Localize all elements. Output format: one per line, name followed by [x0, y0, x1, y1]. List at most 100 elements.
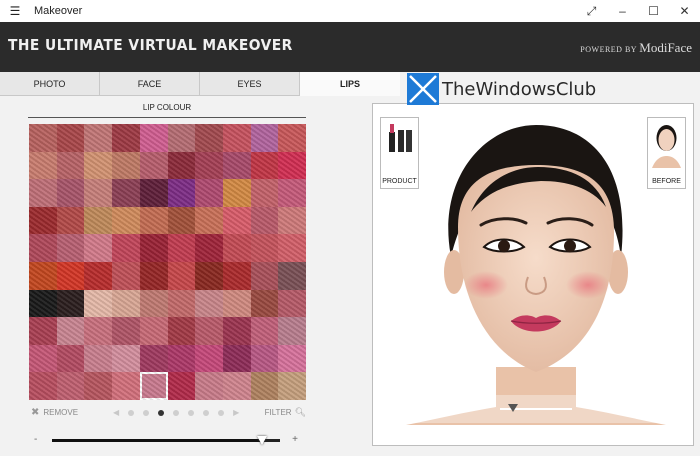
page-dot[interactable] [143, 409, 150, 416]
lip-colour-swatch[interactable] [84, 262, 113, 290]
lip-colour-swatch[interactable] [139, 151, 168, 180]
lip-colour-swatch[interactable] [195, 234, 223, 262]
lip-colour-swatch[interactable] [278, 372, 306, 400]
lip-colour-swatch[interactable] [112, 262, 140, 290]
lip-colour-swatch[interactable] [222, 289, 251, 318]
lip-colour-swatch[interactable] [222, 151, 251, 180]
increase-icon[interactable]: + [292, 434, 298, 445]
lip-colour-swatch[interactable] [222, 317, 251, 345]
page-dot[interactable] [188, 409, 195, 416]
lip-colour-swatch[interactable] [222, 179, 251, 207]
lip-colour-swatch[interactable] [29, 234, 57, 262]
lip-colour-swatch[interactable] [167, 124, 196, 152]
lip-colour-swatch[interactable] [84, 151, 113, 180]
lip-colour-swatch[interactable] [195, 179, 223, 207]
lip-colour-swatch[interactable] [29, 372, 57, 400]
lip-colour-swatch[interactable] [250, 234, 279, 262]
lip-colour-swatch[interactable] [250, 179, 279, 207]
lip-colour-swatch[interactable] [84, 372, 113, 400]
lip-colour-swatch[interactable] [139, 372, 168, 400]
zoom-slider[interactable] [500, 404, 572, 412]
tab-photo[interactable]: PHOTO [0, 72, 100, 96]
lip-colour-swatch[interactable] [278, 179, 306, 207]
lip-colour-swatch[interactable] [278, 234, 306, 262]
lip-colour-swatch[interactable] [167, 289, 196, 318]
lip-colour-swatch[interactable] [56, 344, 85, 373]
filter-button[interactable]: FILTER 🔍︎ [265, 407, 306, 418]
lip-colour-swatch[interactable] [29, 124, 57, 152]
lip-colour-swatch[interactable] [167, 151, 196, 180]
lip-colour-swatch[interactable] [112, 206, 140, 235]
minimize-icon[interactable]: – [607, 4, 638, 18]
lip-colour-swatch[interactable] [112, 344, 140, 373]
close-icon[interactable]: ✕ [669, 4, 700, 18]
sun-icon[interactable]: ✹ [392, 401, 402, 415]
page-dot[interactable] [203, 409, 210, 416]
lip-colour-swatch[interactable] [278, 124, 306, 152]
remove-button[interactable]: ✖ REMOVE [31, 407, 78, 418]
lip-colour-swatch[interactable] [112, 372, 140, 400]
lip-colour-swatch[interactable] [84, 289, 113, 318]
slider-thumb[interactable] [256, 436, 267, 445]
lip-colour-swatch[interactable] [139, 289, 168, 318]
lip-colour-swatch[interactable] [167, 179, 196, 207]
slider-track[interactable] [52, 436, 280, 445]
lip-colour-swatch[interactable] [29, 262, 57, 290]
lip-colour-swatch[interactable] [250, 206, 279, 235]
page-dot[interactable] [128, 409, 135, 416]
lip-colour-swatch[interactable] [112, 289, 140, 318]
tab-lips[interactable]: LIPS [300, 72, 400, 96]
lip-colour-swatch[interactable] [56, 179, 85, 207]
lip-colour-swatch[interactable] [56, 317, 85, 345]
lip-colour-swatch[interactable] [250, 372, 279, 400]
lip-colour-swatch[interactable] [278, 262, 306, 290]
lip-colour-swatch[interactable] [167, 262, 196, 290]
lip-colour-swatch[interactable] [167, 206, 196, 235]
tab-eyes[interactable]: EYES [200, 72, 300, 96]
lip-colour-swatch[interactable] [250, 289, 279, 318]
lip-colour-swatch[interactable] [222, 124, 251, 152]
undo-icon[interactable]: ↶ [430, 401, 440, 415]
lip-colour-swatch[interactable] [139, 206, 168, 235]
lip-colour-swatch[interactable] [222, 262, 251, 290]
lip-colour-swatch[interactable] [56, 262, 85, 290]
hamburger-icon[interactable]: ☰ [0, 4, 30, 18]
lip-colour-swatch[interactable] [112, 234, 140, 262]
lip-colour-swatch[interactable] [56, 234, 85, 262]
lip-colour-swatch[interactable] [56, 289, 85, 318]
lip-colour-swatch[interactable] [112, 317, 140, 345]
intensity-slider[interactable]: - + [34, 434, 298, 448]
wand-icon[interactable]: ✧ [634, 401, 644, 415]
decrease-icon[interactable]: - [34, 434, 37, 445]
lip-colour-swatch[interactable] [278, 289, 306, 318]
lip-colour-swatch[interactable] [195, 372, 223, 400]
lip-colour-swatch[interactable] [250, 151, 279, 180]
page-dot[interactable] [158, 409, 165, 416]
lip-colour-swatch[interactable] [250, 344, 279, 373]
lip-colour-swatch[interactable] [195, 262, 223, 290]
lip-colour-swatch[interactable] [167, 344, 196, 373]
lip-colour-swatch[interactable] [84, 124, 113, 152]
lip-colour-swatch[interactable] [222, 372, 251, 400]
lip-colour-swatch[interactable] [250, 262, 279, 290]
prev-page-icon[interactable]: ◀ [113, 408, 119, 417]
cancel-icon[interactable]: ✕ [600, 401, 610, 415]
lip-colour-swatch[interactable] [29, 317, 57, 345]
page-dot[interactable] [218, 409, 225, 416]
product-button[interactable]: PRODUCT [380, 117, 419, 189]
zoom-slider-thumb[interactable] [507, 404, 518, 412]
page-dot[interactable] [173, 409, 180, 416]
expand-icon[interactable]: ⤢ [576, 4, 607, 19]
lip-colour-swatch[interactable] [139, 344, 168, 373]
lip-colour-swatch[interactable] [29, 206, 57, 235]
maximize-icon[interactable]: ☐ [638, 4, 669, 18]
before-button[interactable]: BEFORE [647, 117, 686, 189]
lip-colour-swatch[interactable] [250, 124, 279, 152]
lip-colour-swatch[interactable] [167, 234, 196, 262]
lip-colour-swatch[interactable] [112, 179, 140, 207]
lip-colour-swatch[interactable] [195, 206, 223, 235]
lip-colour-swatch[interactable] [222, 234, 251, 262]
lip-colour-swatch[interactable] [112, 151, 140, 180]
lip-colour-swatch[interactable] [84, 179, 113, 207]
lip-colour-swatch[interactable] [139, 124, 168, 152]
